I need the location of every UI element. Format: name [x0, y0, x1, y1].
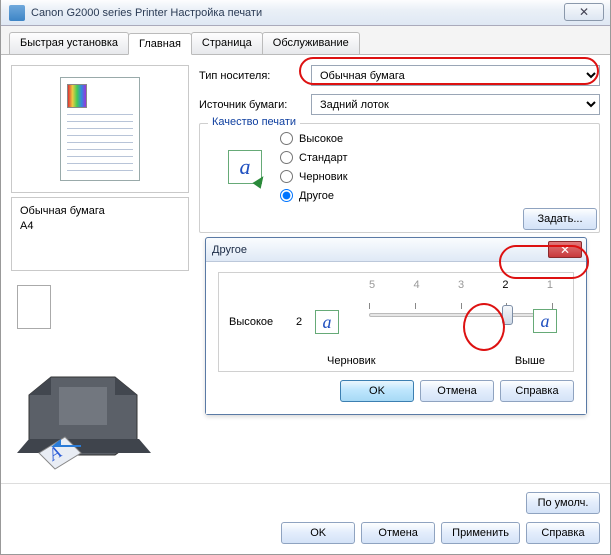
- set-custom-button[interactable]: Задать...: [523, 208, 597, 230]
- dialog-cancel-button[interactable]: Отмена: [420, 380, 494, 402]
- help-button[interactable]: Справка: [526, 522, 600, 544]
- radio-custom[interactable]: Другое: [280, 189, 348, 202]
- quality-letter-icon: a: [228, 150, 262, 184]
- radio-standard[interactable]: Стандарт: [280, 151, 348, 164]
- printer-illustration: A: [11, 343, 181, 473]
- titlebar: Canon G2000 series Printer Настройка печ…: [1, 0, 610, 26]
- media-type-text: Обычная бумага: [20, 204, 180, 219]
- preview-box: [11, 65, 189, 193]
- window-close-button[interactable]: ✕: [564, 3, 604, 21]
- media-info: Обычная бумага A4: [11, 197, 189, 271]
- dialog-title: Другое: [212, 244, 247, 256]
- quality-legend: Качество печати: [208, 116, 300, 128]
- dialog-close-button[interactable]: ✕: [548, 241, 582, 258]
- dialog-ok-button[interactable]: OK: [340, 380, 414, 402]
- cancel-button[interactable]: Отмена: [361, 522, 435, 544]
- dialog-titlebar: Другое ✕: [206, 238, 586, 262]
- tab-quick-setup[interactable]: Быстрая установка: [9, 32, 129, 54]
- quality-slider-area: 5 4 3 2 1 Высокое 2 a a Чернов: [218, 272, 574, 372]
- slider-below-left: Черновик: [327, 355, 376, 367]
- tab-page[interactable]: Страница: [191, 32, 263, 54]
- radio-draft[interactable]: Черновик: [280, 170, 348, 183]
- quality-group: Качество печати a Высокое Стандарт Черно…: [199, 123, 600, 233]
- slider-high-icon: a: [533, 309, 557, 333]
- slider-low-icon: a: [315, 310, 339, 334]
- radio-high[interactable]: Высокое: [280, 132, 348, 145]
- slider-below-right: Выше: [515, 355, 545, 367]
- custom-quality-dialog: Другое ✕ 5 4 3 2 1: [205, 237, 587, 415]
- tab-maintenance[interactable]: Обслуживание: [262, 32, 360, 54]
- window-title: Canon G2000 series Printer Настройка печ…: [31, 7, 262, 19]
- slider-left-label: Высокое: [229, 316, 289, 328]
- apply-button[interactable]: Применить: [441, 522, 520, 544]
- media-type-label: Тип носителя:: [199, 70, 311, 82]
- paper-source-select[interactable]: Задний лоток: [311, 94, 600, 115]
- quality-slider[interactable]: [369, 313, 553, 317]
- page-thumbnail: [60, 77, 140, 181]
- small-page-icon: [17, 285, 51, 329]
- close-icon: ✕: [560, 243, 570, 257]
- slider-scale-labels: 5 4 3 2 1: [369, 279, 553, 291]
- media-type-select[interactable]: Обычная бумага: [311, 65, 600, 86]
- slider-thumb[interactable]: [502, 305, 513, 325]
- close-icon: ✕: [579, 5, 589, 19]
- slider-current-value: 2: [289, 316, 309, 328]
- ok-button[interactable]: OK: [281, 522, 355, 544]
- app-icon: [9, 5, 25, 21]
- tab-strip: Быстрая установка Главная Страница Обслу…: [1, 26, 610, 55]
- defaults-button[interactable]: По умолч.: [526, 492, 600, 514]
- tab-main[interactable]: Главная: [128, 33, 192, 55]
- dialog-help-button[interactable]: Справка: [500, 380, 574, 402]
- color-swatch-icon: [67, 84, 87, 108]
- paper-source-label: Источник бумаги:: [199, 99, 311, 111]
- media-size-text: A4: [20, 219, 180, 234]
